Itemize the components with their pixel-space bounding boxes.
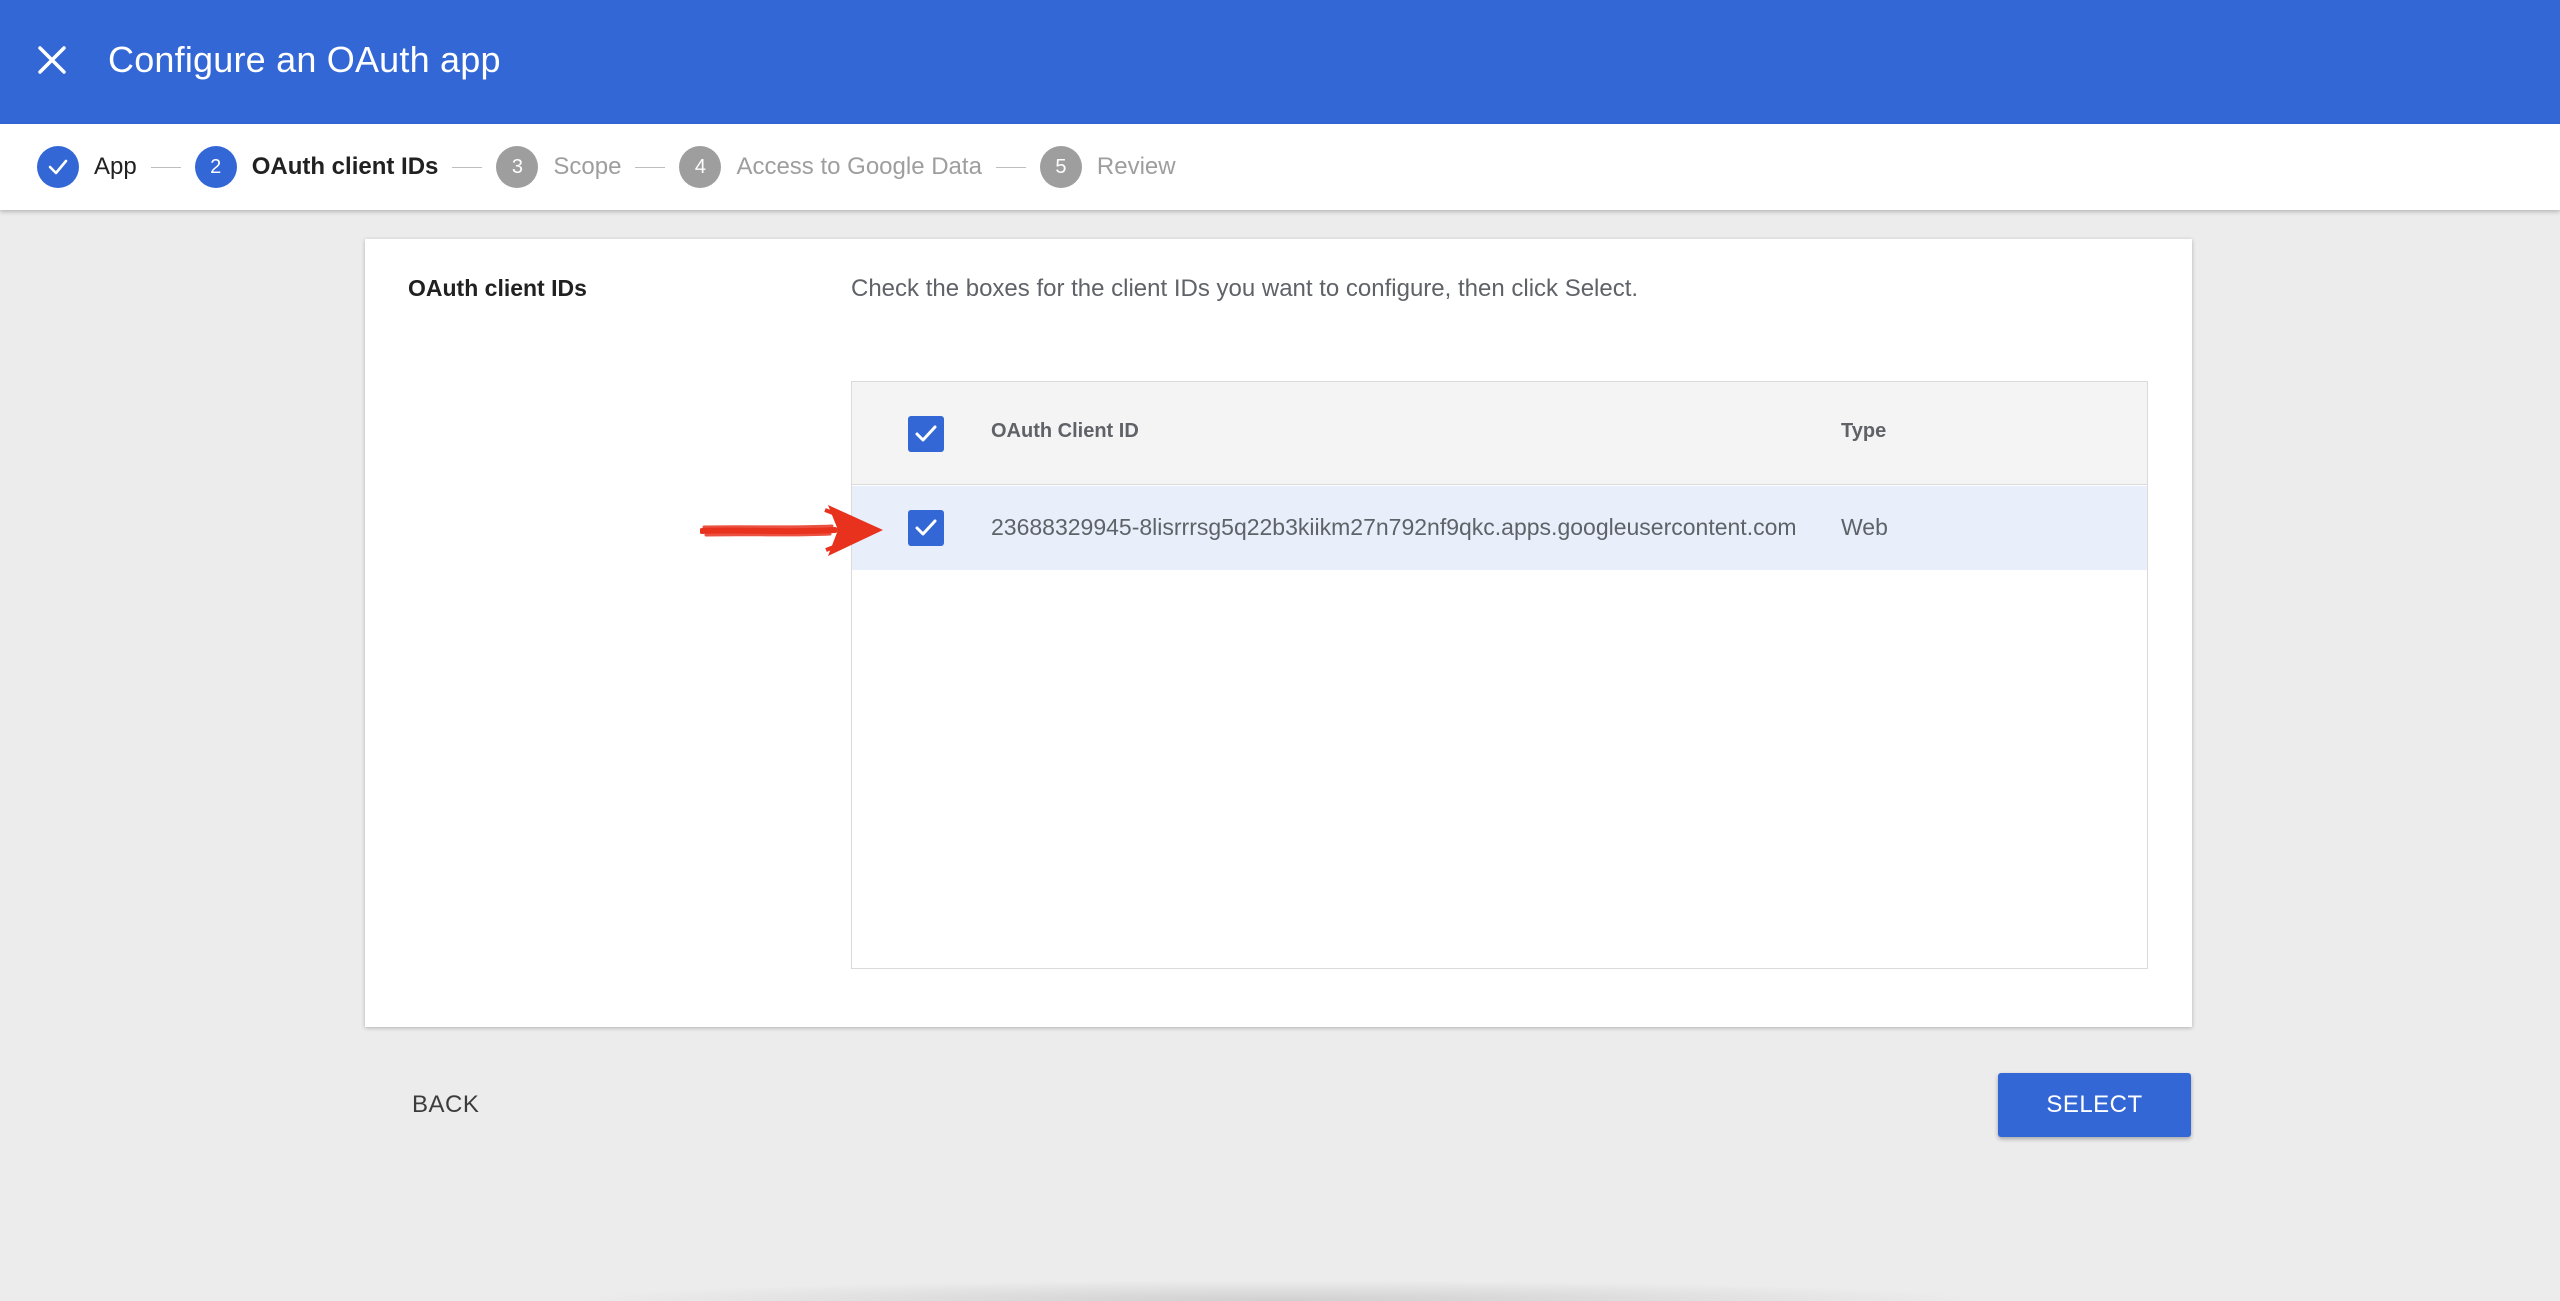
table-header: OAuth Client ID Type [852, 382, 2147, 485]
step-oauth-client-ids[interactable]: 2 OAuth client IDs [194, 146, 439, 188]
row-checkbox[interactable] [908, 510, 944, 546]
step-connector [995, 166, 1026, 168]
type-cell: Web [1841, 514, 1888, 540]
step-scope[interactable]: 3 Scope [496, 146, 621, 188]
red-arrow-annotation-icon [700, 505, 883, 556]
app-header: Configure an OAuth app [0, 0, 2560, 124]
step-connector [635, 166, 666, 168]
step-label: Access to Google Data [736, 153, 982, 180]
section-description: Check the boxes for the client IDs you w… [851, 275, 1639, 302]
step-label: App [94, 153, 137, 180]
oauth-client-ids-card: OAuth client IDs Check the boxes for the… [365, 239, 2192, 1027]
step-access-to-google-data[interactable]: 4 Access to Google Data [679, 146, 982, 188]
close-button[interactable] [28, 36, 76, 84]
step-connector [452, 166, 483, 168]
step-label: OAuth client IDs [251, 153, 439, 180]
step-label: Scope [553, 153, 622, 180]
client-ids-table: OAuth Client ID Type 23688329945-8lisrrr… [851, 381, 2148, 969]
select-all-checkbox[interactable] [908, 416, 944, 452]
page-title: Configure an OAuth app [108, 39, 501, 80]
select-button[interactable]: SELECT [1998, 1073, 2191, 1137]
step-connector [150, 166, 181, 168]
step-review[interactable]: 5 Review [1039, 146, 1176, 188]
step-app[interactable]: App [37, 146, 137, 188]
client-id-cell: 23688329945-8lisrrrsg5q22b3kiikm27n792nf… [991, 514, 1797, 540]
column-header-type[interactable]: Type [1841, 420, 1886, 443]
step-label: Review [1096, 153, 1176, 180]
bottom-shadow [560, 1280, 2000, 1301]
table-row[interactable]: 23688329945-8lisrrrsg5q22b3kiikm27n792nf… [852, 486, 2147, 570]
close-icon [38, 46, 66, 74]
step-number: 4 [679, 146, 722, 188]
back-button[interactable]: BACK [392, 1070, 499, 1140]
column-header-client-id[interactable]: OAuth Client ID [991, 420, 1139, 443]
step-number: 2 [194, 146, 237, 188]
checkmark-icon [915, 425, 937, 442]
step-done-check-icon [37, 146, 79, 188]
checkmark-icon [915, 519, 937, 536]
stepper: App 2 OAuth client IDs 3 Scope 4 Access … [0, 124, 2560, 210]
section-title: OAuth client IDs [408, 275, 587, 301]
step-number: 5 [1039, 146, 1082, 188]
step-number: 3 [496, 146, 539, 188]
